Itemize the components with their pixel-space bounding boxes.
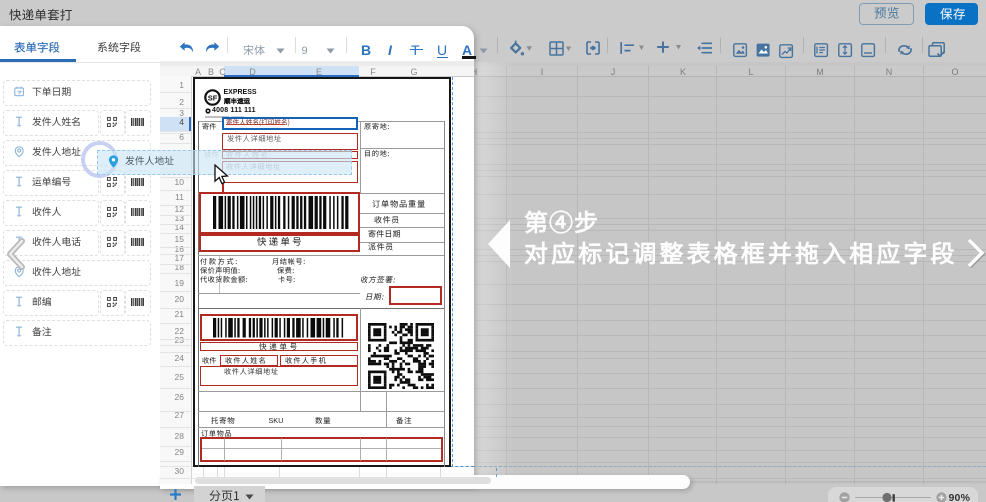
svg-text:SF: SF xyxy=(207,93,217,102)
